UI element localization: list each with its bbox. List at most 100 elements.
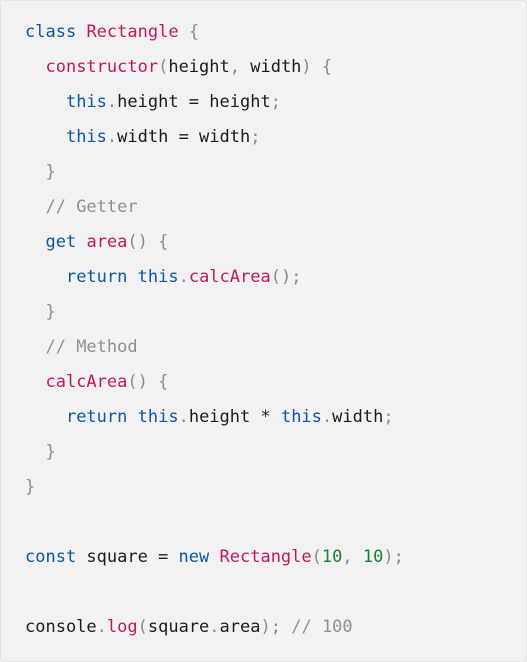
code-line: console.log(square.area); // 100 (25, 610, 526, 645)
code-line: return this.calcArea(); (25, 260, 526, 295)
code-token: { (158, 372, 169, 392)
code-token: () (127, 372, 148, 392)
code-token: . (96, 617, 107, 637)
code-token: // 100 (291, 617, 353, 637)
code-line: return this.height * this.width; (25, 400, 526, 435)
code-token: } (45, 442, 56, 462)
code-token: 10 (321, 547, 343, 567)
code-token: , (342, 547, 353, 567)
code-token: get (45, 232, 77, 252)
code-token: class (25, 22, 77, 42)
code-token: } (25, 477, 36, 497)
code-token: 10 (362, 547, 384, 567)
code-token: . (178, 407, 189, 427)
code-token: width (332, 407, 384, 427)
code-token: return (65, 267, 128, 287)
code-token: . (178, 267, 189, 287)
code-line: } (25, 295, 526, 330)
code-line: this.width = width; (25, 120, 526, 155)
code-token: return (65, 407, 128, 427)
code-line: constructor(height, width) { (25, 50, 526, 85)
code-token: { (158, 232, 169, 252)
code-token: // Method (45, 337, 138, 357)
code-token: this (65, 92, 107, 112)
code-token: ); (260, 617, 281, 637)
code-token: this (137, 407, 179, 427)
code-token: width (240, 57, 302, 77)
code-token: ( (311, 547, 322, 567)
code-line: // Method (25, 330, 526, 365)
code-token: { (321, 57, 333, 77)
code-token: calcArea (188, 267, 271, 287)
code-token: ( (137, 617, 148, 637)
code-token: } (45, 162, 56, 182)
code-line: get area() { (25, 225, 526, 260)
code-token: ) (301, 57, 312, 77)
code-token: height (168, 57, 230, 77)
code-token: ; (270, 92, 281, 112)
code-token: } (45, 302, 56, 322)
code-line: this.height = height; (25, 85, 526, 120)
code-token: console (25, 617, 97, 637)
code-token: Rectangle (86, 22, 179, 42)
code-token: square = (76, 547, 179, 567)
code-block: class Rectangle { constructor(height, wi… (0, 0, 527, 662)
code-token: this (280, 407, 322, 427)
code-token: ); (383, 547, 404, 567)
code-line: } (25, 155, 526, 190)
code-token: ( (158, 57, 169, 77)
code-token: height * (188, 407, 281, 427)
code-token: { (188, 22, 200, 42)
code-token: . (106, 127, 118, 147)
code-token: area (86, 232, 128, 252)
code-token: . (321, 407, 333, 427)
code-line: // Getter (25, 190, 526, 225)
code-token: this (65, 127, 107, 147)
code-line: const square = new Rectangle(10, 10); (25, 540, 526, 575)
code-token: () (127, 232, 148, 252)
code-line: } (25, 435, 526, 470)
code-token: , (229, 57, 240, 77)
code-token: // Getter (45, 197, 138, 217)
code-line: } (25, 470, 526, 505)
code-token: area (219, 617, 261, 637)
code-token: log (106, 617, 138, 637)
code-line: calcArea() { (25, 365, 526, 400)
code-token: height = height (117, 92, 271, 112)
code-token: width = width (117, 127, 251, 147)
code-line: class Rectangle { (25, 15, 526, 50)
code-token: (); (270, 267, 302, 287)
code-token: constructor (45, 57, 159, 77)
code-token: new (178, 547, 210, 567)
code-token: Rectangle (219, 547, 312, 567)
code-token: const (25, 547, 77, 567)
code-token: . (209, 617, 220, 637)
code-token: square (147, 617, 210, 637)
code-token: calcArea (45, 372, 128, 392)
code-token: this (137, 267, 179, 287)
